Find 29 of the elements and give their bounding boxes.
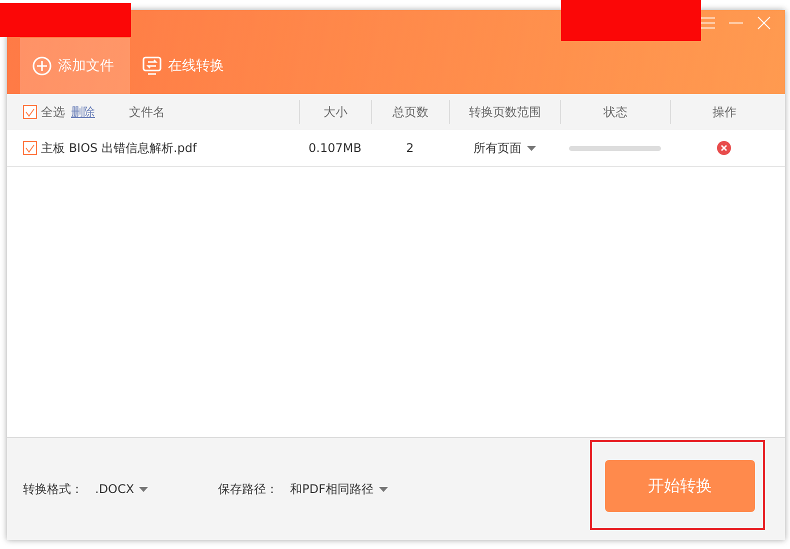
caret-icon <box>139 486 148 492</box>
close-icon[interactable] <box>757 16 771 30</box>
start-button[interactable]: 开始转换 <box>605 460 755 512</box>
column-header: 总页数 <box>392 104 428 120</box>
caret-icon <box>526 146 536 150</box>
toolbar-button[interactable]: 在线转换 <box>130 38 240 94</box>
monitor-arrows-icon <box>142 56 162 76</box>
save-path-dropdown[interactable]: 和PDF相同路径 <box>290 480 388 498</box>
menu-icon[interactable] <box>701 16 715 30</box>
column-header: 状态 <box>604 104 628 120</box>
file-name: 主板 BIOS 出错信息解析.pdf <box>41 140 197 156</box>
plus-circle-icon <box>32 56 52 76</box>
format-label: 转换格式： <box>23 480 83 498</box>
delete-link[interactable]: 删除 <box>71 104 95 120</box>
remove-icon[interactable] <box>717 141 731 155</box>
checkbox[interactable] <box>23 141 37 155</box>
checkbox[interactable] <box>23 105 37 119</box>
column-header: 大小 <box>324 104 348 120</box>
file-size: 0.107MB <box>308 141 362 155</box>
column-header: 转换页数范围 <box>469 104 541 120</box>
column-header: 文件名 <box>129 104 165 120</box>
format-dropdown[interactable]: .DOCX <box>95 482 148 496</box>
select-all-label: 全选 <box>41 104 65 120</box>
page-range-dropdown[interactable]: 所有页面 <box>474 140 536 156</box>
save-path-label: 保存路径： <box>218 480 278 498</box>
column-header: 操作 <box>712 104 736 120</box>
toolbar-button[interactable]: 添加文件 <box>20 38 130 94</box>
page-count: 2 <box>406 141 414 155</box>
caret-icon <box>378 486 388 492</box>
